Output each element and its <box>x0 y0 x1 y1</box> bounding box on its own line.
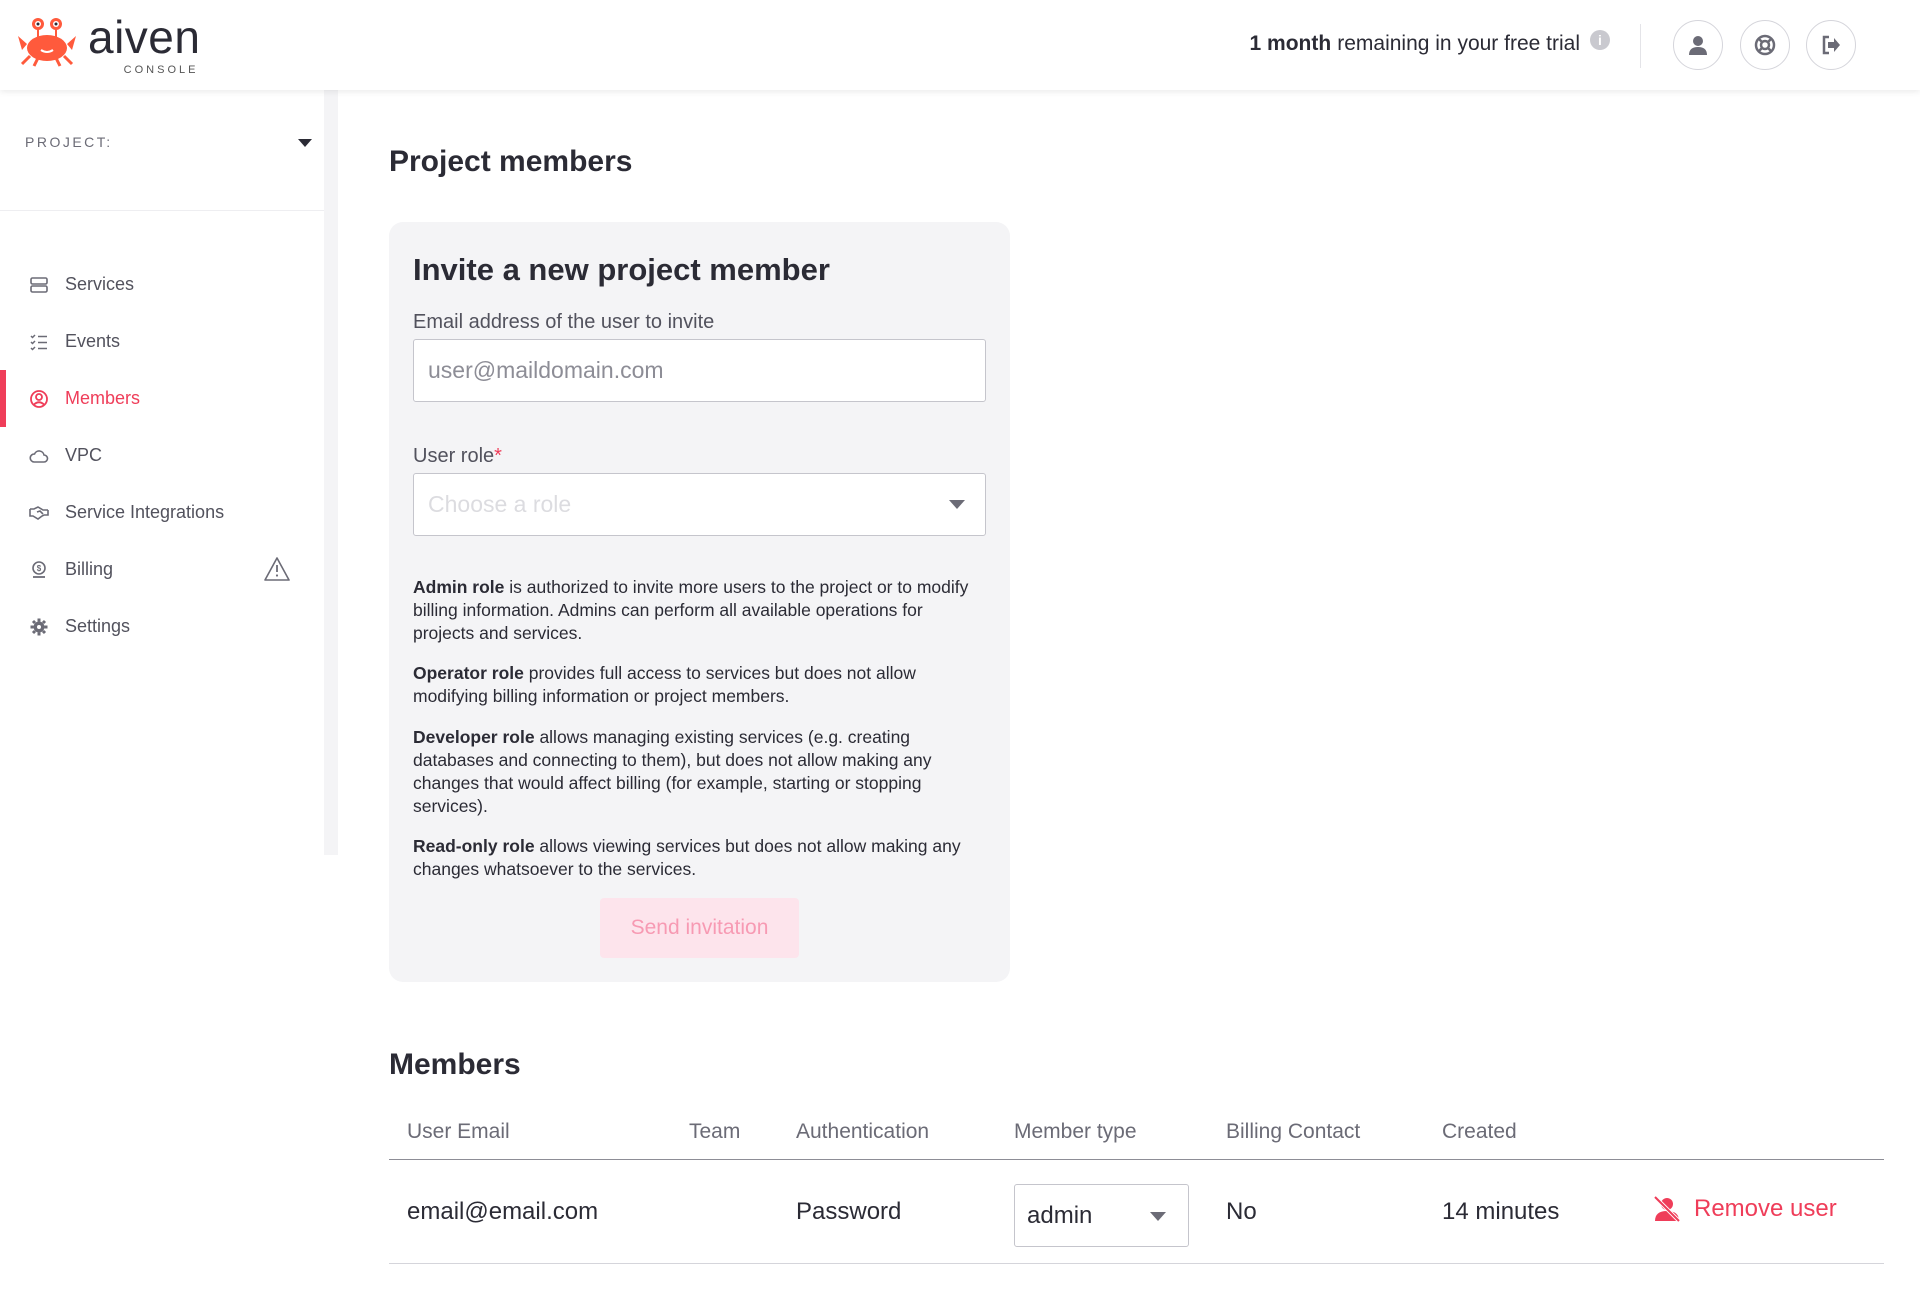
role-select-placeholder: Choose a role <box>428 491 572 517</box>
sidebar-item-vpc[interactable]: VPC <box>0 427 324 484</box>
list-icon <box>29 332 49 352</box>
email-field[interactable] <box>413 339 986 402</box>
invite-title: Invite a new project member <box>413 252 830 287</box>
logout-button[interactable] <box>1806 20 1856 70</box>
trial-notice: 1 month remaining in your free trial i <box>1249 30 1610 56</box>
sidebar-item-label: Events <box>65 331 121 351</box>
svg-text:$: $ <box>37 564 42 573</box>
column-header[interactable]: User Email <box>407 1120 510 1144</box>
sidebar: PROJECT: Services Events Members VPC Ser… <box>0 90 338 855</box>
crab-logo-icon <box>18 18 76 67</box>
project-label: PROJECT: <box>25 134 113 150</box>
logo-subtitle: CONSOLE <box>123 64 199 76</box>
developer-role-description: Developer role allows managing existing … <box>413 727 932 816</box>
support-button[interactable] <box>1740 20 1790 70</box>
required-marker: * <box>494 445 502 467</box>
logout-icon <box>1822 35 1840 55</box>
cloud-icon <box>29 446 49 466</box>
header-divider <box>1640 24 1641 68</box>
sidebar-item-label: Settings <box>65 616 131 636</box>
remove-user-label: Remove user <box>1694 1195 1837 1222</box>
handshake-icon <box>29 503 49 523</box>
column-header[interactable]: Created <box>1442 1120 1517 1144</box>
gear-icon <box>29 617 49 637</box>
aiven-logo[interactable]: aiven CONSOLE <box>16 11 201 76</box>
sidebar-item-settings[interactable]: Settings <box>0 598 324 655</box>
sidebar-item-service-integrations[interactable]: Service Integrations <box>0 484 324 541</box>
role-label: User role* <box>413 445 502 467</box>
sidebar-item-events[interactable]: Events <box>0 313 324 370</box>
send-invitation-button[interactable]: Send invitation <box>600 898 799 958</box>
admin-role-description: Admin role is authorized to invite more … <box>413 577 969 643</box>
sidebar-item-label: Members <box>65 388 141 408</box>
sidebar-item-billing[interactable]: $ Billing <box>0 541 324 598</box>
member-auth: Password <box>796 1198 902 1225</box>
members-table-header: User Email Team Authentication Member ty… <box>389 1098 1884 1160</box>
info-icon[interactable]: i <box>1590 30 1610 50</box>
remove-user-button[interactable]: Remove user <box>1652 1194 1837 1224</box>
column-header[interactable]: Authentication <box>796 1120 929 1144</box>
server-icon <box>29 275 49 295</box>
member-email: email@email.com <box>407 1198 599 1225</box>
top-bar: aiven CONSOLE 1 month remaining in your … <box>0 0 1920 90</box>
sidebar-item-label: VPC <box>65 445 103 465</box>
member-created: 14 minutes <box>1442 1198 1560 1225</box>
profile-button[interactable] <box>1673 20 1723 70</box>
member-billing-contact: No <box>1226 1198 1257 1225</box>
column-header[interactable]: Member type <box>1014 1120 1137 1144</box>
user-icon <box>1689 36 1707 55</box>
member-type-value: admin <box>1027 1202 1093 1229</box>
table-row: email@email.com Password admin No 14 min… <box>389 1160 1884 1264</box>
logo-wordmark: aiven <box>88 11 201 63</box>
page-title: Project members <box>389 145 633 178</box>
warning-icon <box>264 557 290 581</box>
trial-text: remaining in your free trial <box>1337 32 1580 55</box>
chevron-down-icon <box>949 500 965 509</box>
chevron-down-icon <box>1150 1212 1166 1221</box>
lifebuoy-icon <box>1754 34 1776 56</box>
operator-role-description: Operator role provides full access to se… <box>413 663 916 706</box>
sidebar-nav: Services Events Members VPC Service Inte… <box>0 256 324 655</box>
dollar-badge-icon: $ <box>29 560 49 580</box>
sidebar-item-label: Services <box>65 274 135 294</box>
column-header[interactable]: Billing Contact <box>1226 1120 1360 1144</box>
remove-user-icon <box>1653 1195 1681 1223</box>
trial-duration: 1 month <box>1249 32 1332 55</box>
user-circle-icon <box>29 389 49 409</box>
role-select[interactable]: Choose a role <box>413 473 986 536</box>
column-header[interactable]: Team <box>689 1120 740 1144</box>
members-title: Members <box>389 1048 521 1081</box>
member-type-select[interactable]: admin <box>1014 1184 1189 1247</box>
sidebar-item-members[interactable]: Members <box>0 370 324 427</box>
sidebar-item-label: Service Integrations <box>65 502 225 522</box>
email-label: Email address of the user to invite <box>413 311 715 333</box>
readonly-role-description: Read-only role allows viewing services b… <box>413 836 961 879</box>
sidebar-item-label: Billing <box>65 559 114 579</box>
chevron-down-icon <box>298 139 312 147</box>
invite-card: Invite a new project member Email addres… <box>389 222 1010 982</box>
sidebar-item-services[interactable]: Services <box>0 256 324 313</box>
project-selector[interactable]: PROJECT: <box>0 90 324 211</box>
